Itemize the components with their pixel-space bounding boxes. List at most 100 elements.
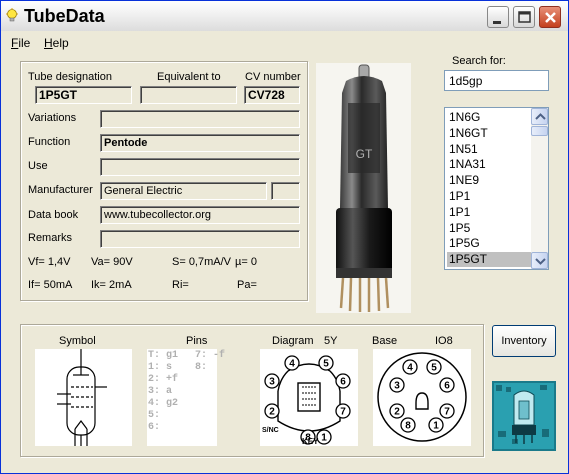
scroll-up-button[interactable] [531, 108, 548, 125]
pin-marker: 5 [318, 355, 334, 371]
title-bar[interactable]: TubeData [1, 1, 568, 31]
pin-diagram: 1234 5678 S/NC KEY [262, 355, 351, 446]
equivalent-field[interactable] [140, 86, 237, 104]
search-input[interactable]: 1d5gp [444, 70, 549, 91]
list-item[interactable]: 1P1 [447, 189, 531, 204]
pentode-symbol [57, 349, 107, 446]
variations-field[interactable] [100, 110, 300, 128]
tube-listbox[interactable]: 1N6G 1N6GT 1N51 1NA31 1NE9 1P1 1P1 1P5 1P5G 1P5GT [444, 107, 549, 270]
pin-number: 6 [444, 381, 450, 392]
function-field[interactable]: Pentode [100, 134, 300, 152]
pin-number: 4 [289, 359, 295, 370]
menu-file-label: ile [18, 36, 31, 50]
list-item[interactable]: 1N51 [447, 142, 531, 157]
list-item[interactable]: 1P1 [447, 205, 531, 220]
pins-column-1: T: g1 1: s 2: +f 3: a 4: g2 5: 6: [148, 350, 178, 434]
tube-image: GT [336, 64, 392, 312]
list-item[interactable]: 1N6GT [447, 126, 531, 141]
list-item[interactable]: 1NE9 [447, 173, 531, 188]
menu-bar: File Help [1, 33, 568, 53]
pin-assignment: 8: [195, 362, 208, 373]
base-diagram: 1234 5678 [377, 352, 467, 442]
close-button[interactable] [539, 6, 561, 28]
pin-number: 7 [340, 407, 346, 418]
list-scrollbar[interactable] [531, 108, 548, 269]
pin-marker: 6 [439, 377, 455, 393]
pin-marker: 1 [316, 429, 332, 445]
base-panel: 12345678 [373, 349, 471, 446]
scroll-down-button[interactable] [531, 252, 548, 269]
list-item[interactable]: 1N6G [447, 110, 531, 125]
pin-assignment: 2: +f [148, 374, 179, 385]
lightbulb-icon [6, 8, 18, 22]
cv-label: CV number [245, 71, 301, 83]
pin-marker: 3 [264, 373, 280, 389]
pins-column-2: 7: -f 8: [195, 350, 225, 374]
maximize-button[interactable] [513, 6, 535, 28]
pin-assignment: 4: g2 [148, 398, 179, 409]
use-label: Use [28, 160, 48, 172]
window-title: TubeData [24, 6, 105, 26]
pin-marker: 7 [335, 403, 351, 419]
variations-label: Variations [28, 112, 77, 124]
pin-assignment: 3: a [148, 386, 173, 397]
pin-number: 5 [431, 363, 437, 374]
pin-marker: 5 [426, 359, 442, 375]
pin-marker: 2 [389, 403, 405, 419]
list-item[interactable]: 1P5GT [447, 252, 531, 268]
mu-value: µ= 0 [235, 256, 257, 268]
remarks-field[interactable] [100, 230, 300, 248]
menu-file[interactable]: File [11, 36, 30, 50]
diagram-label: Diagram [272, 335, 314, 347]
symbol-label: Symbol [59, 335, 96, 347]
minimize-icon [493, 21, 501, 24]
pin-assignment: 6: [148, 422, 161, 433]
pin-number: 2 [269, 407, 275, 418]
use-field[interactable] [100, 158, 300, 176]
menu-help[interactable]: Help [44, 36, 69, 50]
remarks-label: Remarks [28, 232, 73, 244]
pin-number: 1 [433, 421, 439, 432]
pin-marker: 4 [284, 355, 300, 371]
pins-panel: T: g1 1: s 2: +f 3: a 4: g2 5: 6: 7: -f 8: [147, 349, 225, 446]
pa-value: Pa= [237, 279, 257, 291]
designation-field[interactable]: 1P5GT [35, 86, 132, 104]
cv-field[interactable]: CV728 [244, 86, 300, 104]
pin-number: 2 [394, 407, 400, 418]
list-item[interactable]: 1NA31 [447, 157, 531, 172]
scroll-thumb[interactable] [531, 126, 548, 136]
tube-photo: GT [316, 63, 411, 313]
pin-assignment: 5: [148, 410, 161, 421]
diagram-panel: 12345678 S/NC KEY [260, 349, 358, 446]
pin-marker: 4 [402, 359, 418, 375]
maximize-icon [518, 11, 531, 23]
manufacturer-extra-field[interactable] [271, 182, 300, 200]
search-label: Search for: [452, 55, 506, 67]
symbol-panel [35, 349, 132, 446]
diagram-code: 5Y [324, 335, 338, 347]
diagram-note-left: S/NC [262, 427, 279, 434]
inventory-button[interactable]: Inventory [492, 325, 556, 357]
close-icon [545, 12, 556, 23]
pins-label: Pins [186, 335, 208, 347]
menu-help-label: elp [52, 36, 69, 50]
databook-field[interactable]: www.tubecollector.org [100, 206, 300, 224]
pin-number: 5 [323, 359, 329, 370]
pin-number: 6 [340, 377, 346, 388]
vf-value: Vf= 1,4V [28, 256, 71, 268]
pin-assignment: 1: s [148, 362, 173, 373]
list-item[interactable]: 1P5 [447, 221, 531, 236]
pin-marker: 8 [400, 417, 416, 433]
svg-text:GT: GT [356, 147, 373, 161]
function-label: Function [28, 136, 71, 148]
tube-logo-image [492, 381, 556, 451]
minimize-button[interactable] [487, 6, 509, 28]
manufacturer-field[interactable]: General Electric [100, 182, 267, 200]
databook-label: Data book [28, 209, 79, 221]
pin-assignment: T: g1 [148, 350, 179, 361]
pin-number: 1 [321, 433, 327, 444]
list-item[interactable]: 1P5G [447, 236, 531, 251]
tube-logo [492, 381, 556, 451]
app-window: TubeData File Help Tube designation Equi… [0, 0, 569, 474]
pin-number: 7 [444, 407, 450, 418]
